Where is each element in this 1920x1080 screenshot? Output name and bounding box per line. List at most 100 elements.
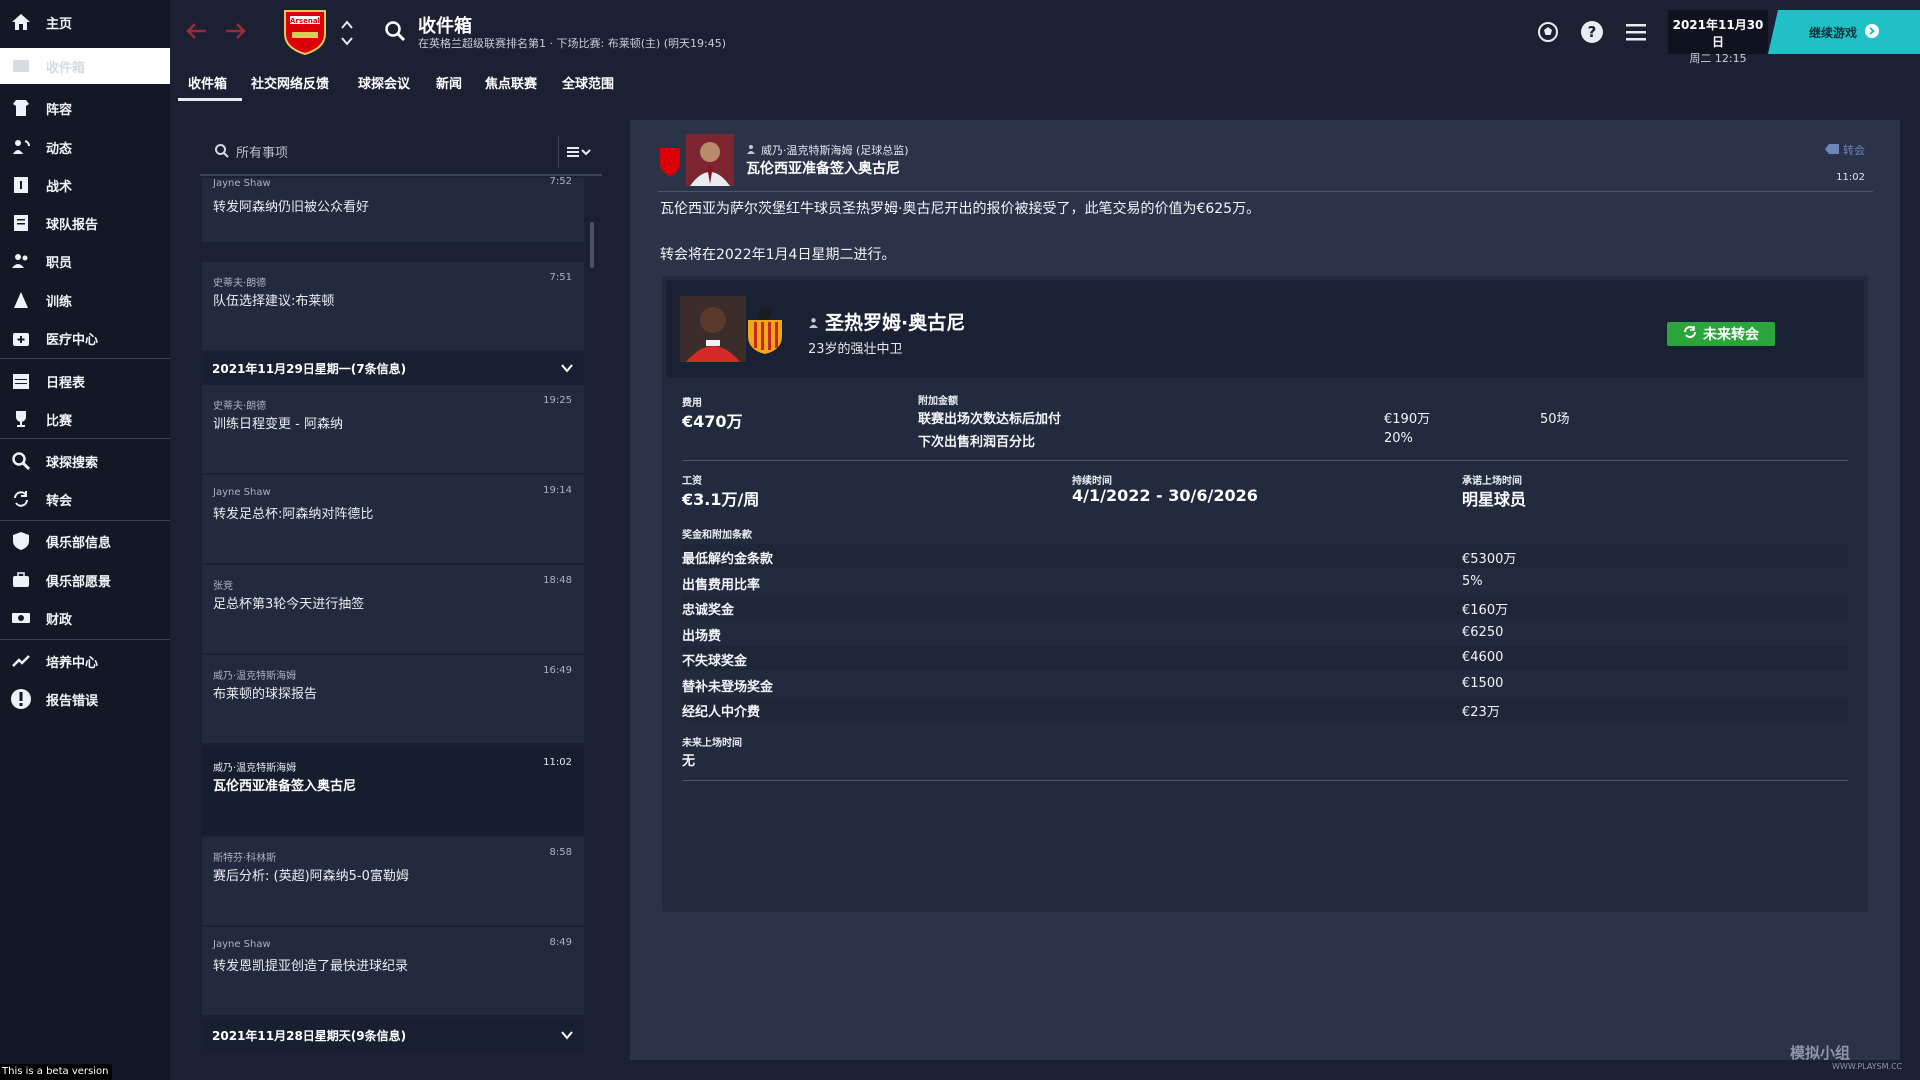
message-body-line: 转会将在2022年1月4日星期二进行。 [660, 247, 896, 263]
sidebar-item-club-vision[interactable]: 俱乐部愿景 [0, 562, 170, 598]
search-icon [214, 143, 230, 159]
dynamics-icon [10, 136, 32, 158]
sidebar-item-inbox[interactable]: 收件箱 [0, 48, 170, 84]
addon-condition: 50场 [1540, 412, 1570, 427]
list-item[interactable]: 斯特芬·科林斯 赛后分析: (英超)阿森纳5-0富勒姆 8:58 [202, 837, 584, 925]
addons-label: 附加金额 [918, 396, 958, 407]
addon-amount: 20% [1384, 431, 1413, 446]
sidebar-item-development-centre[interactable]: 培养中心 [0, 643, 170, 679]
addon-name: 联赛出场次数达标后加付 [918, 412, 1062, 427]
list-item[interactable]: 张竞 足总杯第3轮今天进行抽签 18:48 [202, 565, 584, 653]
beta-notice: This is a beta version [0, 1064, 112, 1080]
sender-avatar [658, 134, 736, 186]
sidebar-divider [0, 438, 170, 439]
club-switch-icon[interactable] [340, 18, 354, 48]
back-arrow-icon[interactable] [184, 18, 210, 44]
sidebar-item-competitions[interactable]: 比赛 [0, 401, 170, 437]
sidebar: 主页 收件箱 阵容 动态 战术 球队报告 职员 训练 医疗中心 日程表 比赛 球… [0, 0, 170, 1080]
player-description: 23岁的强壮中卫 [808, 342, 903, 357]
sidebar-item-report-error[interactable]: 报告错误 [0, 681, 170, 717]
arsenal-crest-icon[interactable]: Arsenal [282, 8, 328, 56]
tab-social-feed[interactable]: 社交网络反馈 [251, 73, 329, 92]
sidebar-item-medical[interactable]: 医疗中心 [0, 320, 170, 356]
continue-button[interactable]: 继续游戏 [1768, 10, 1920, 54]
sidebar-item-home[interactable]: 主页 [0, 4, 170, 40]
sidebar-item-scout-search[interactable]: 球探搜索 [0, 443, 170, 479]
medical-icon [10, 327, 32, 349]
message-sender[interactable]: 威乃·温克特斯海姆 (足球总监) [761, 142, 909, 158]
table-row: 出场费 €6250 [682, 625, 1504, 644]
svg-text:?: ? [1588, 23, 1597, 41]
sidebar-divider [0, 520, 170, 521]
sidebar-item-squad[interactable]: 阵容 [0, 90, 170, 126]
development-icon [10, 650, 32, 672]
list-item[interactable]: 史蒂夫·朗德 队伍选择建议:布莱顿 7:51 [202, 262, 584, 350]
list-item[interactable]: Jayne Shaw 转发阿森纳仍旧被公众看好 7:52 [202, 176, 584, 242]
table-row: 最低解约金条款 €5300万 [682, 544, 1848, 568]
bonuses-label: 奖金和附加条款 [682, 530, 752, 541]
table-row: 忠诚奖金 €160万 [682, 595, 1848, 619]
scout-search-icon [10, 450, 32, 472]
player-photo[interactable] [680, 296, 746, 362]
sidebar-item-training[interactable]: 训练 [0, 282, 170, 318]
date-group-header[interactable]: 2021年11月28日星期天(9条信息) [202, 1020, 584, 1050]
list-scrollbar[interactable] [590, 222, 594, 268]
message-detail: 威乃·温克特斯海姆 (足球总监) 瓦伦西亚准备签入奥古尼 转会 11:02 瓦伦… [630, 120, 1900, 1060]
page-subtitle: 在英格兰超级联赛排名第1 · 下场比赛: 布莱顿(主) (明天19:45) [418, 37, 727, 50]
list-item[interactable]: Jayne Shaw 转发恩凯提亚创造了最快进球纪录 8:49 [202, 927, 584, 1015]
sidebar-item-calendar[interactable]: 日程表 [0, 363, 170, 399]
tab-focus-leagues[interactable]: 焦点联赛 [485, 73, 537, 92]
duration-value: 4/1/2022 - 30/6/2026 [1072, 486, 1258, 505]
future-time-value: 无 [682, 754, 696, 769]
sidebar-item-staff[interactable]: 职员 [0, 243, 170, 279]
sidebar-item-club-info[interactable]: 俱乐部信息 [0, 523, 170, 559]
money-icon [10, 607, 32, 629]
list-item-selected[interactable]: 威乃·温克特斯海姆 瓦伦西亚准备签入奥古尼 11:02 [202, 747, 584, 835]
inbox-icon [10, 55, 32, 77]
football-icon[interactable] [1536, 20, 1560, 44]
svg-text:Arsenal: Arsenal [290, 17, 320, 25]
message-header: 威乃·温克特斯海姆 (足球总监) 瓦伦西亚准备签入奥古尼 转会 11:02 [658, 132, 1873, 192]
filter-menu-icon[interactable] [558, 136, 598, 168]
tab-global[interactable]: 全球范围 [562, 73, 614, 92]
search-icon[interactable] [384, 20, 406, 42]
inbox-list: 所有事项 Jayne Shaw 转发阿森纳仍旧被公众看好 7:52 史蒂夫·朗德… [200, 128, 602, 1060]
message-body-line: 瓦伦西亚为萨尔茨堡红牛球员圣热罗姆·奥古尼开出的报价被接受了，此笔交易的价值为€… [660, 201, 1261, 217]
player-summary: 圣热罗姆·奥古尼 23岁的强壮中卫 未来转会 [666, 280, 1864, 378]
help-icon[interactable]: ? [1580, 20, 1604, 44]
fee-label: 费用 [682, 398, 702, 409]
sidebar-item-finances[interactable]: 财政 [0, 600, 170, 636]
tag-icon [1825, 143, 1839, 157]
inbox-search[interactable]: 所有事项 [200, 128, 602, 176]
list-item[interactable]: Jayne Shaw 转发足总杯:阿森纳对阵德比 19:14 [202, 475, 584, 563]
player-name[interactable]: 圣热罗姆·奥古尼 [825, 308, 965, 335]
tab-scout-meetings[interactable]: 球探会议 [358, 73, 410, 92]
forward-arrow-icon[interactable] [222, 18, 248, 44]
active-tab-indicator [178, 98, 242, 101]
status-badge: 未来转会 [1667, 322, 1775, 346]
watermark-url: WWW.PLAYSM.CC [1832, 1062, 1903, 1071]
sidebar-item-team-report[interactable]: 球队报告 [0, 205, 170, 241]
date-group-header[interactable]: 2021年11月29日星期一(7条信息) [202, 353, 584, 383]
tab-inbox[interactable]: 收件箱 [188, 73, 227, 92]
list-item[interactable]: 威乃·温克特斯海姆 布莱顿的球探报告 16:49 [202, 655, 584, 743]
table-row: 出售费用比率 5% [682, 574, 1483, 593]
sidebar-item-dynamics[interactable]: 动态 [0, 129, 170, 165]
menu-icon[interactable] [1624, 20, 1648, 44]
divider [682, 460, 1848, 461]
shield-icon [10, 530, 32, 552]
message-category[interactable]: 转会 [1825, 142, 1865, 158]
list-item[interactable]: 史蒂夫·朗德 训练日程变更 - 阿森纳 19:25 [202, 385, 584, 473]
divider [682, 780, 1848, 781]
tab-news[interactable]: 新闻 [436, 73, 462, 92]
game-date: 2021年11月30日 周二 12:15 [1668, 10, 1768, 65]
message-time: 11:02 [1836, 172, 1865, 183]
error-icon [10, 688, 32, 710]
valencia-crest-icon[interactable] [744, 306, 786, 356]
person-icon [808, 311, 819, 333]
sidebar-item-transfers[interactable]: 转会 [0, 481, 170, 517]
sidebar-item-tactics[interactable]: 战术 [0, 167, 170, 203]
calendar-icon [10, 370, 32, 392]
search-input[interactable]: 所有事项 [236, 142, 288, 161]
table-row: 替补未登场奖金 €1500 [682, 676, 1504, 695]
